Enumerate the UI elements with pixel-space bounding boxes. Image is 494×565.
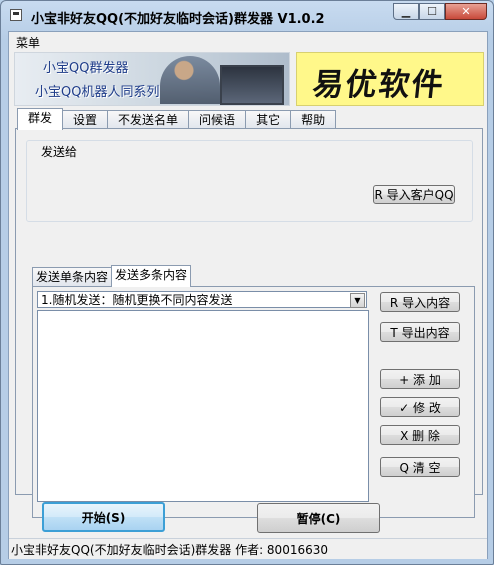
start-button[interactable]: 开始(S): [42, 502, 165, 532]
monitor-illustration: [220, 65, 284, 105]
app-window: 小宝非好友QQ(不加好友临时会话)群发器 V1.0.2 ▁ ☐ ✕ 菜单 小宝Q…: [0, 0, 494, 565]
menu-item-menu[interactable]: 菜单: [13, 34, 43, 51]
caption-buttons: ▁ ☐ ✕: [393, 3, 487, 20]
export-content-button[interactable]: T 导出内容: [380, 322, 460, 342]
tab-help[interactable]: 帮助: [290, 110, 337, 129]
import-customer-qq-button[interactable]: R 导入客户QQ: [373, 185, 455, 204]
send-to-label: 发送给: [39, 143, 80, 160]
logo-text: 易优软件: [310, 67, 447, 103]
dropdown-arrow-icon[interactable]: ▼: [350, 293, 365, 308]
tab-greetings[interactable]: 问候语: [188, 110, 247, 129]
edit-button[interactable]: ✓ 修 改: [380, 397, 460, 417]
maximize-button[interactable]: ☐: [419, 3, 445, 20]
window-title: 小宝非好友QQ(不加好友临时会话)群发器 V1.0.2: [31, 12, 325, 27]
status-bar: 小宝非好友QQ(不加好友临时会话)群发器 作者: 80016630: [9, 538, 487, 559]
person-illustration: [160, 56, 220, 104]
send-to-group: [26, 140, 473, 222]
main-tabs: 群发 设置 不发送名单 问候语 其它 帮助: [17, 108, 337, 130]
tab-other[interactable]: 其它: [245, 110, 292, 129]
minimize-button[interactable]: ▁: [393, 3, 419, 20]
client-area: 菜单 小宝QQ群发器 小宝QQ机器人同系列 易优软件 群发 设置 不发送名单 问…: [8, 31, 488, 559]
content-list[interactable]: [37, 310, 369, 502]
tab-mass-send[interactable]: 群发: [17, 108, 64, 130]
pause-button[interactable]: 暂停(C): [257, 503, 380, 533]
add-button[interactable]: + 添 加: [380, 369, 460, 389]
close-button[interactable]: ✕: [445, 3, 487, 20]
banner-image: 小宝QQ群发器 小宝QQ机器人同系列: [14, 52, 290, 106]
title-bar[interactable]: 小宝非好友QQ(不加好友临时会话)群发器 V1.0.2 ▁ ☐ ✕: [1, 1, 493, 31]
tab-multi-content[interactable]: 发送多条内容: [111, 265, 192, 287]
tab-settings[interactable]: 设置: [62, 110, 109, 129]
status-text: 小宝非好友QQ(不加好友临时会话)群发器 作者: 80016630: [11, 543, 329, 557]
minimize-icon: ▁: [401, 5, 411, 18]
clear-button[interactable]: Q 清 空: [380, 457, 460, 477]
tab-single-content[interactable]: 发送单条内容: [32, 267, 113, 286]
delete-button[interactable]: X 删 除: [380, 425, 460, 445]
banner-subtitle: 小宝QQ机器人同系列: [35, 85, 160, 100]
send-mode-value: 1.随机发送：随机更换不同内容发送: [41, 293, 233, 307]
app-icon: [10, 9, 22, 21]
menu-bar: 菜单: [9, 32, 487, 50]
mass-send-panel: 发送给 R 导入客户QQ 发送单条内容 发送多条内容 1.随机发送：随机更换不同…: [15, 128, 483, 518]
maximize-icon: ☐: [427, 5, 437, 18]
send-mode-select[interactable]: 1.随机发送：随机更换不同内容发送 ▼: [37, 291, 367, 308]
multi-content-panel: 1.随机发送：随机更换不同内容发送 ▼ R 导入内容 T 导出内容 + 添 加 …: [32, 286, 475, 518]
tab-exclude-list[interactable]: 不发送名单: [107, 110, 190, 129]
banner-title: 小宝QQ群发器: [43, 61, 129, 76]
brand-logo: 易优软件: [296, 52, 484, 106]
close-icon: ✕: [461, 5, 471, 18]
content-tabs: 发送单条内容 发送多条内容: [32, 265, 192, 287]
import-content-button[interactable]: R 导入内容: [380, 292, 460, 312]
